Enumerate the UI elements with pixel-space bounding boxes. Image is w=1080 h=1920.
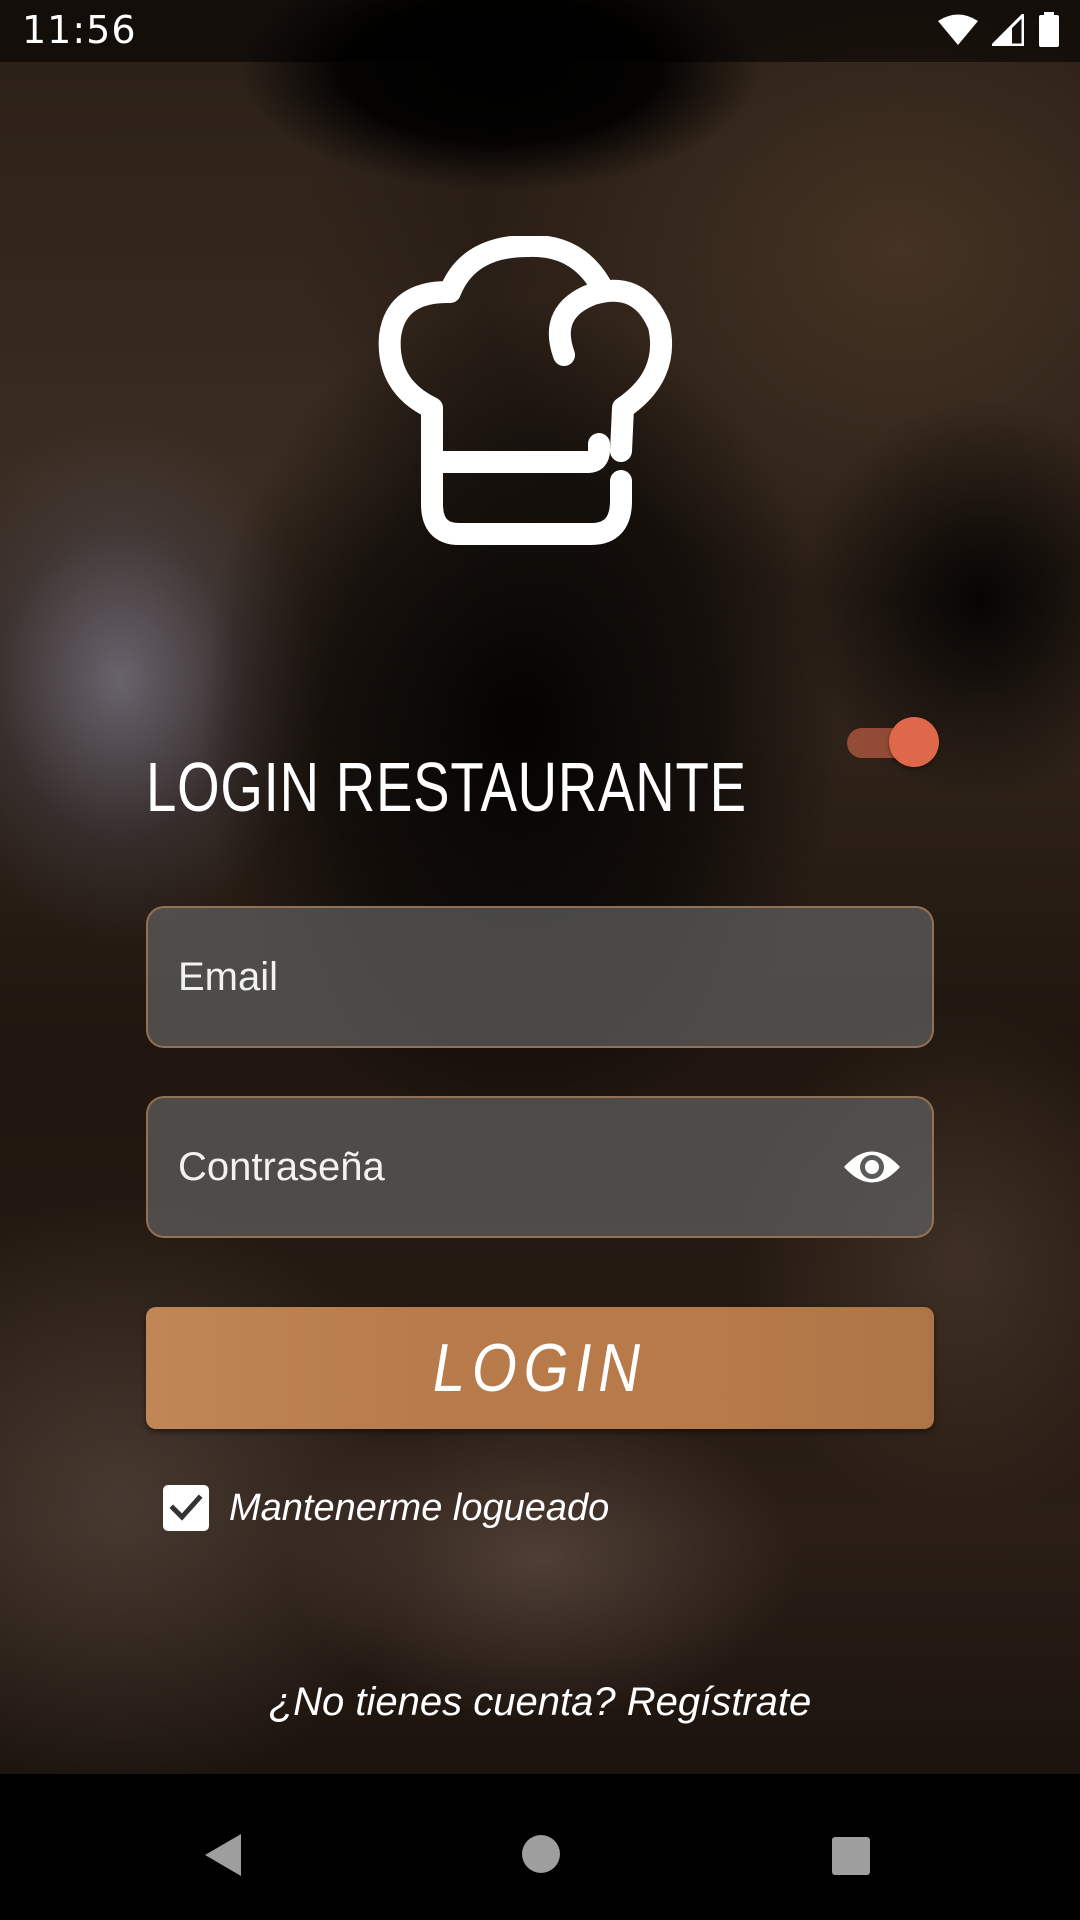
status-icons <box>938 10 1060 53</box>
navigation-bar <box>0 1774 1080 1920</box>
eye-icon[interactable] <box>842 1142 902 1192</box>
email-input[interactable] <box>178 908 818 1046</box>
remember-me-label: Mantenerme logueado <box>229 1486 610 1529</box>
login-button[interactable]: LOGIN <box>146 1307 934 1429</box>
chef-hat-icon <box>378 234 704 566</box>
status-bar: 11:56 <box>0 0 1080 62</box>
login-button-label: LOGIN <box>433 1330 647 1406</box>
recents-icon[interactable] <box>831 1836 871 1881</box>
register-link[interactable]: ¿No tienes cuenta? Regístrate <box>0 1680 1080 1725</box>
mode-toggle[interactable] <box>841 717 939 767</box>
remember-me-row[interactable]: Mantenerme logueado <box>163 1482 609 1534</box>
toggle-thumb <box>889 717 939 767</box>
page-title: LOGIN RESTAURANTE <box>146 747 747 826</box>
wifi-icon <box>938 14 978 51</box>
remember-me-checkbox[interactable] <box>163 1485 209 1531</box>
battery-icon <box>1038 11 1060 53</box>
password-field[interactable] <box>146 1096 934 1238</box>
check-icon <box>169 1494 203 1521</box>
cell-signal-icon <box>989 10 1025 51</box>
home-icon[interactable] <box>521 1834 561 1879</box>
status-time: 11:56 <box>22 8 137 52</box>
email-field[interactable] <box>146 906 934 1048</box>
title-row: LOGIN RESTAURANTE <box>146 700 939 826</box>
back-icon[interactable] <box>203 1832 243 1883</box>
password-input[interactable] <box>178 1098 818 1236</box>
